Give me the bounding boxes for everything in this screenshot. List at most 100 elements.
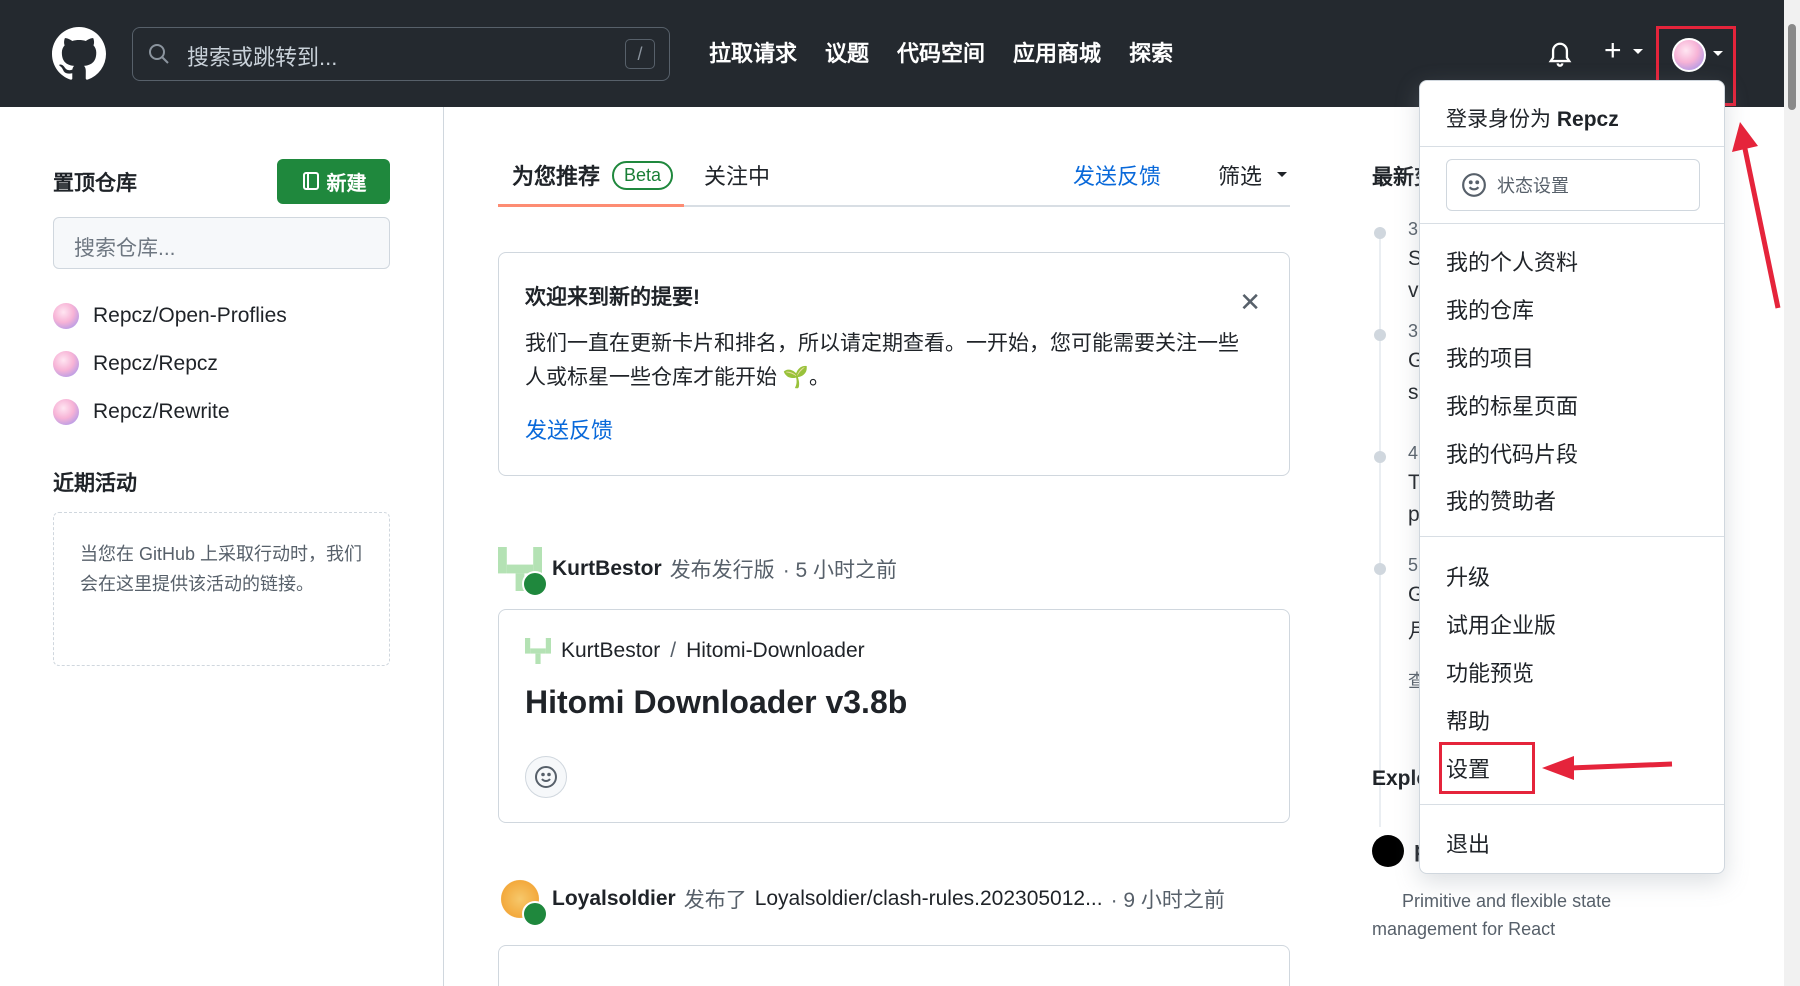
repo-search-input[interactable]: 搜索仓库... xyxy=(53,217,390,269)
status-label: 状态设置 xyxy=(1497,176,1569,196)
nav-issues[interactable]: 议题 xyxy=(825,36,869,68)
menu-item-stars[interactable]: 我的标星页面 xyxy=(1446,389,1578,421)
search-placeholder: 搜索或跳转到... xyxy=(187,45,338,70)
welcome-body: 我们一直在更新卡片和排名，所以请定期查看。一开始，您可能需要关注一些人或标星一些… xyxy=(525,332,1239,389)
timeline-dot xyxy=(1374,227,1386,239)
filter-dropdown[interactable]: 筛选 xyxy=(1218,159,1288,191)
tag-icon xyxy=(522,901,548,927)
explore-repo-description: Primitive and flexible state management … xyxy=(1372,887,1672,943)
timeline-dot xyxy=(1374,451,1386,463)
event-time: · 9 小时之前 xyxy=(1110,889,1225,912)
avatar xyxy=(53,351,79,377)
add-reaction-button[interactable] xyxy=(525,756,567,798)
signed-in-username: Repcz xyxy=(1556,108,1619,131)
menu-item-sponsors[interactable]: 我的赞助者 xyxy=(1446,484,1556,516)
divider xyxy=(1420,804,1724,805)
avatar[interactable] xyxy=(498,877,548,927)
nav-codespaces[interactable]: 代码空间 xyxy=(897,36,985,68)
left-sidebar: 置顶仓库 新建 搜索仓库... Repcz/Open-Proflies Repc… xyxy=(0,107,444,986)
tab-for-you-label: 为您推荐 xyxy=(512,164,601,189)
feed-tabs: 为您推荐 Beta 关注中 发送反馈 筛选 xyxy=(498,159,1290,207)
main-feed: 为您推荐 Beta 关注中 发送反馈 筛选 欢迎来到新的提要! 我们一直在更新卡… xyxy=(444,107,1342,986)
github-logo-icon[interactable] xyxy=(52,27,106,81)
event-action: 发布发行版 xyxy=(669,559,775,582)
new-repo-button[interactable]: 新建 xyxy=(277,159,390,204)
scrollbar-thumb[interactable] xyxy=(1788,24,1796,110)
timeline-date: 3 xyxy=(1408,219,1419,239)
nav-pull-requests[interactable]: 拉取请求 xyxy=(709,36,797,68)
divider xyxy=(1420,536,1724,537)
release-repo-line: KurtBestor / Hitomi-Downloader xyxy=(525,638,1263,664)
page-scrollbar[interactable] xyxy=(1784,0,1800,986)
release-title-link[interactable]: Hitomi Downloader v3.8b xyxy=(525,684,1263,721)
repo-item[interactable]: Repcz/Repcz xyxy=(53,340,287,388)
menu-item-projects[interactable]: 我的项目 xyxy=(1446,341,1534,373)
signed-in-prefix: 登录身份为 xyxy=(1446,108,1551,131)
feed-event-header: KurtBestor 发布发行版 · 5 小时之前 xyxy=(498,547,897,597)
repo-item[interactable]: Repcz/Rewrite xyxy=(53,388,287,436)
timeline-dot xyxy=(1374,329,1386,341)
timeline-dot xyxy=(1374,563,1386,575)
release-card: KurtBestor / Hitomi-Downloader Hitomi Do… xyxy=(498,609,1290,823)
avatar xyxy=(53,303,79,329)
menu-item-feature-preview[interactable]: 功能预览 xyxy=(1446,656,1534,688)
top-nav: 拉取请求 议题 代码空间 应用商城 探索 xyxy=(709,36,1173,68)
identicon-icon xyxy=(525,638,551,664)
explore-desc-text: Primitive and flexible state management … xyxy=(1372,891,1612,939)
avatar[interactable] xyxy=(1372,835,1404,867)
release-repo-link[interactable]: Hitomi-Downloader xyxy=(686,639,865,663)
global-search-input[interactable]: 搜索或跳转到... / xyxy=(132,27,670,81)
pinned-repo-list: Repcz/Open-Proflies Repcz/Repcz Repcz/Re… xyxy=(53,292,287,436)
repo-item[interactable]: Repcz/Open-Proflies xyxy=(53,292,287,340)
welcome-feedback-link[interactable]: 发送反馈 xyxy=(525,413,1263,445)
menu-item-repositories[interactable]: 我的仓库 xyxy=(1446,293,1534,325)
timeline-date: 3 xyxy=(1408,321,1419,341)
divider xyxy=(1420,223,1724,224)
release-owner-link[interactable]: KurtBestor xyxy=(561,639,660,663)
nav-explore[interactable]: 探索 xyxy=(1129,36,1173,68)
annotation-highlight-settings xyxy=(1439,742,1535,794)
timeline-date: 4 xyxy=(1408,443,1419,463)
welcome-card: 欢迎来到新的提要! 我们一直在更新卡片和排名，所以请定期查看。一开始，您可能需要… xyxy=(498,252,1290,476)
active-tab-underline xyxy=(498,204,684,207)
event-action: 发布了 xyxy=(683,889,747,912)
feed-event-header: Loyalsoldier 发布了 Loyalsoldier/clash-rule… xyxy=(498,877,1225,927)
tab-following[interactable]: 关注中 xyxy=(704,159,770,191)
close-icon[interactable]: ✕ xyxy=(1239,287,1261,318)
send-feedback-link[interactable]: 发送反馈 xyxy=(1073,159,1161,191)
welcome-title: 欢迎来到新的提要! xyxy=(525,286,700,309)
menu-item-gists[interactable]: 我的代码片段 xyxy=(1446,437,1578,469)
release-separator: / xyxy=(670,639,677,662)
beta-badge: Beta xyxy=(612,160,674,190)
timeline-text: p xyxy=(1408,503,1420,526)
nav-marketplace[interactable]: 应用商城 xyxy=(1013,36,1101,68)
menu-item-upgrade[interactable]: 升级 xyxy=(1446,560,1490,592)
pinned-repos-title: 置顶仓库 xyxy=(53,172,137,195)
repo-link[interactable]: Repcz/Rewrite xyxy=(93,400,230,424)
timeline-text: s xyxy=(1408,381,1419,404)
slash-shortcut-hint: / xyxy=(625,39,655,69)
search-icon xyxy=(149,44,169,64)
tag-icon xyxy=(522,571,548,597)
notifications-bell-icon[interactable] xyxy=(1546,38,1574,68)
repo-link[interactable]: Repcz/Repcz xyxy=(93,352,218,376)
menu-item-sign-out[interactable]: 退出 xyxy=(1446,827,1490,859)
create-new-plus-icon[interactable]: + xyxy=(1604,36,1622,66)
event-user-link[interactable]: Loyalsoldier xyxy=(552,887,676,911)
chevron-down-icon xyxy=(1277,172,1288,177)
recent-activity-title: 近期活动 xyxy=(53,472,137,495)
new-button-label: 新建 xyxy=(326,173,367,195)
recent-activity-empty: 当您在 GitHub 上采取行动时，我们会在这里提供该活动的链接。 xyxy=(53,512,390,666)
avatar xyxy=(53,399,79,425)
menu-item-help[interactable]: 帮助 xyxy=(1446,704,1490,736)
menu-item-profile[interactable]: 我的个人资料 xyxy=(1446,245,1578,277)
chevron-down-icon[interactable] xyxy=(1632,48,1644,56)
repo-link[interactable]: Repcz/Open-Proflies xyxy=(93,304,287,328)
event-target-link[interactable]: Loyalsoldier/clash-rules.202305012... xyxy=(755,887,1103,911)
repo-icon xyxy=(302,171,319,190)
menu-item-try-enterprise[interactable]: 试用企业版 xyxy=(1446,608,1556,640)
tab-for-you[interactable]: 为您推荐 Beta xyxy=(512,159,674,191)
avatar[interactable] xyxy=(498,547,548,597)
set-status-button[interactable]: 状态设置 xyxy=(1446,159,1700,211)
event-user-link[interactable]: KurtBestor xyxy=(552,557,662,581)
